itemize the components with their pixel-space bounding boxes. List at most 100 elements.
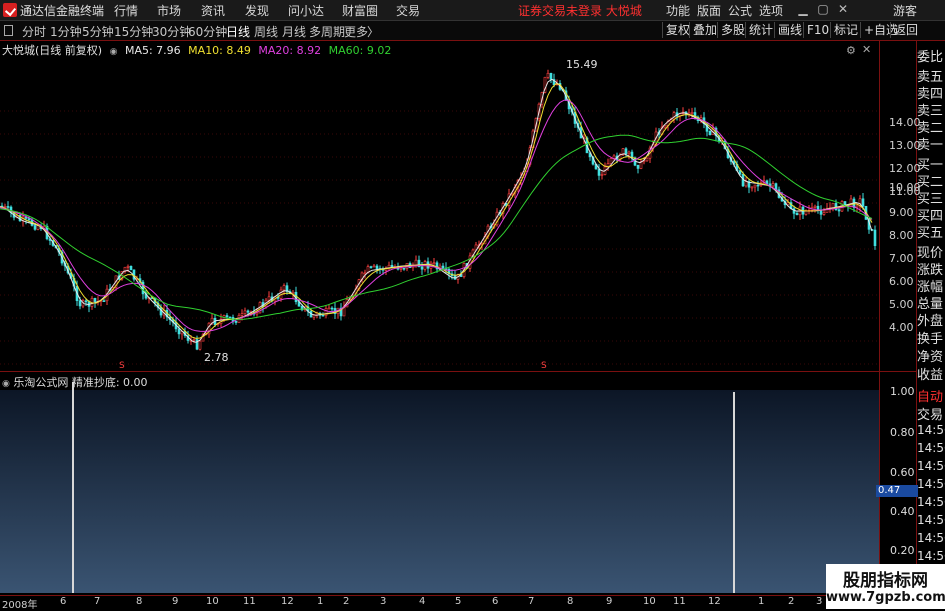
btn-tongji[interactable]: 统计	[745, 22, 776, 38]
settings-icon[interactable]: ◉	[2, 379, 10, 389]
chevron-right-icon[interactable]: 〉	[367, 23, 379, 40]
candle-body	[228, 316, 232, 319]
period-60min[interactable]: 60分钟	[188, 23, 227, 40]
rp-netasset[interactable]: 净资	[917, 346, 945, 365]
candle-body	[372, 265, 376, 268]
period-daily[interactable]: 日线	[226, 23, 250, 40]
sell-marker: S	[541, 361, 547, 371]
date-label: 12	[708, 596, 721, 607]
date-label: 10	[643, 596, 656, 607]
rp-trade[interactable]: 交易	[917, 404, 945, 423]
candle-body	[420, 266, 424, 270]
menu-shichang[interactable]: 市场	[157, 2, 181, 19]
btn-huaxian[interactable]: 画线	[774, 22, 805, 38]
minimize-icon[interactable]: ▁	[796, 2, 810, 16]
candle-body	[177, 328, 181, 335]
indicator-panel[interactable]	[0, 390, 879, 593]
date-label: 10	[206, 596, 219, 607]
price-label: 8.00	[889, 229, 914, 242]
candle-body	[744, 181, 748, 187]
period-5min[interactable]: 5分钟	[82, 23, 114, 40]
rp-outer[interactable]: 外盘	[917, 310, 945, 329]
rp-auto[interactable]: 自动	[917, 386, 945, 405]
candle-body	[93, 298, 97, 303]
menu-caifuquan[interactable]: 财富圈	[342, 2, 378, 19]
price-axis-border	[879, 40, 880, 595]
date-label: 4	[419, 596, 426, 607]
ma20-line	[0, 99, 873, 332]
date-label: 8	[567, 596, 574, 607]
rp-turnover[interactable]: 换手	[917, 328, 945, 347]
candle-body	[102, 300, 106, 302]
candle-body	[822, 212, 826, 215]
date-label: 1	[317, 596, 324, 607]
candle-body	[363, 272, 367, 275]
close-chart-icon[interactable]: ✕	[862, 43, 871, 56]
maximize-icon[interactable]: ▢	[816, 2, 830, 16]
candle-body	[624, 148, 628, 155]
rp-earnings[interactable]: 收益	[917, 364, 945, 383]
candle-body	[255, 312, 259, 315]
btn-diejia[interactable]: 叠加	[689, 22, 720, 38]
title-bar: 通达信金融终端 行情 市场 资讯 发现 问小达 财富圈 交易 证券交易未登录 大…	[0, 0, 945, 21]
period-30min[interactable]: 30分钟	[152, 23, 191, 40]
date-label: 8	[136, 596, 143, 607]
signal-spike	[733, 392, 735, 593]
date-label: 3	[816, 596, 823, 607]
date-label: 2	[343, 596, 350, 607]
ma60-line	[0, 134, 873, 320]
menu-gongshi[interactable]: 公式	[728, 2, 752, 19]
candle-body	[399, 267, 403, 270]
login-warning[interactable]: 证券交易未登录 大悦城	[518, 2, 642, 19]
period-multi[interactable]: 多周期	[309, 23, 345, 40]
candle-body	[234, 320, 238, 323]
period-weekly[interactable]: 周线	[254, 23, 278, 40]
candle-body	[609, 158, 613, 164]
candle-body	[627, 151, 631, 155]
period-more[interactable]: 更多	[344, 23, 368, 40]
date-label: 5	[455, 596, 462, 607]
period-fenshi[interactable]: 分时	[22, 23, 46, 40]
rp-weibi[interactable]: 委比	[917, 46, 945, 65]
menu-jiaoyi[interactable]: 交易	[396, 2, 420, 19]
rp-buy5[interactable]: 买五	[917, 222, 945, 241]
rp-time: 14:56	[917, 549, 945, 563]
btn-biaoji[interactable]: 标记	[830, 22, 861, 38]
menu-wenxiaoda[interactable]: 问小达	[288, 2, 324, 19]
menu-banmian[interactable]: 版面	[697, 2, 721, 19]
period-1min[interactable]: 1分钟	[50, 23, 82, 40]
rp-sell1[interactable]: 卖一	[917, 134, 945, 153]
btn-duogu[interactable]: 多股	[717, 22, 748, 38]
candle-body	[819, 210, 823, 215]
user-guest[interactable]: 游客	[893, 2, 917, 19]
candle-body	[84, 300, 88, 303]
menu-zixun[interactable]: 资讯	[201, 2, 225, 19]
rp-time: 14:56	[917, 531, 945, 545]
btn-fanhui[interactable]: 返回	[890, 22, 921, 38]
rp-time: 14:56	[917, 513, 945, 527]
menu-hangqing[interactable]: 行情	[114, 2, 138, 19]
candle-body	[831, 203, 835, 209]
btn-f10[interactable]: F10	[803, 22, 832, 38]
menu-faxian[interactable]: 发现	[245, 2, 269, 19]
period-15min[interactable]: 15分钟	[114, 23, 153, 40]
date-label: 7	[94, 596, 101, 607]
signal-spike	[72, 382, 74, 593]
close-icon[interactable]: ✕	[836, 2, 850, 16]
rp-time: 14:56	[917, 423, 945, 437]
price-label: 6.00	[889, 275, 914, 288]
menu-gongneng[interactable]: 功能	[666, 2, 690, 19]
indicator-info-line: ◉ 乐淘公式网 精准抄底: 0.00	[2, 374, 148, 390]
kline-chart[interactable]	[0, 56, 880, 370]
indicator-value: 精准抄底: 0.00	[71, 376, 148, 389]
panel-toggle-icon[interactable]	[4, 25, 13, 36]
candle-body	[3, 206, 7, 208]
candle-body	[243, 310, 247, 314]
price-label: 12.00	[889, 162, 921, 175]
candle-body	[126, 266, 130, 268]
menu-xuanxiang[interactable]: 选项	[759, 2, 783, 19]
date-label: 9	[172, 596, 179, 607]
period-monthly[interactable]: 月线	[282, 23, 306, 40]
date-label: 6	[60, 596, 67, 607]
candle-body	[402, 267, 406, 270]
